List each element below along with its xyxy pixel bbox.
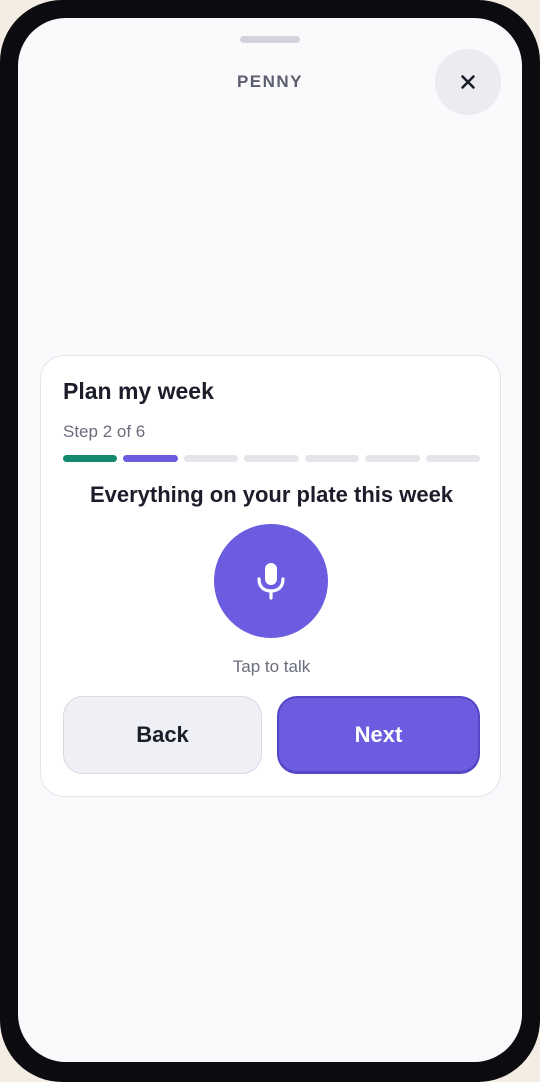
step-label: Step 2 of 6 bbox=[63, 422, 146, 441]
card-title: Plan my week bbox=[63, 378, 214, 404]
app-screen: PENNY Plan my week Step 2 of 6 Everythin… bbox=[18, 18, 522, 1062]
back-button[interactable]: Back bbox=[63, 696, 262, 774]
progress-segment-3 bbox=[183, 455, 239, 462]
mic-hint-label: Tap to talk bbox=[232, 657, 311, 676]
close-icon bbox=[460, 74, 476, 90]
progress-segment-4 bbox=[244, 455, 299, 462]
microphone-icon bbox=[254, 561, 288, 601]
progress-segment-2 bbox=[123, 455, 178, 462]
step-progress-bar bbox=[63, 455, 480, 462]
progress-segment-1 bbox=[63, 455, 118, 462]
phone-frame: PENNY Plan my week Step 2 of 6 Everythin… bbox=[0, 0, 540, 1082]
progress-segment-5 bbox=[304, 455, 360, 462]
plan-week-card: Plan my week Step 2 of 6 Everything on y… bbox=[40, 355, 501, 797]
next-button[interactable]: Next bbox=[277, 696, 480, 774]
progress-segment-7 bbox=[425, 455, 480, 462]
progress-segment-6 bbox=[365, 455, 420, 462]
microphone-button[interactable] bbox=[214, 524, 328, 638]
close-button[interactable] bbox=[435, 49, 501, 115]
sheet-grabber-handle[interactable] bbox=[240, 36, 300, 43]
step-prompt: Everything on your plate this week bbox=[89, 482, 454, 507]
